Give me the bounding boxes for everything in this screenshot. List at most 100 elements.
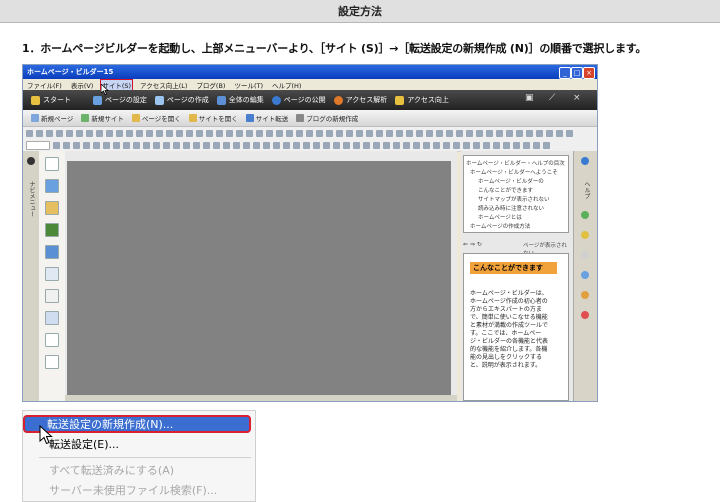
open-page-icon bbox=[131, 114, 140, 122]
app-screenshot: ホームページ・ビルダー15 _ □ × ファイル(F) 表示(V) サイト(S)… bbox=[22, 64, 598, 402]
tree-item[interactable]: ホームページ・ビルダーへようこそ bbox=[470, 168, 558, 176]
menu-item-label: 転送設定(E)... bbox=[49, 438, 120, 451]
image-icon[interactable] bbox=[45, 179, 59, 193]
open-site-button[interactable]: サイトを開く bbox=[188, 113, 238, 123]
pin-icon[interactable]: ⟋ bbox=[549, 93, 555, 103]
mouse-cursor-icon bbox=[39, 425, 53, 445]
back-icon[interactable]: ⇐ bbox=[463, 241, 468, 248]
nav-label: ページの公開 bbox=[283, 96, 326, 104]
new-site-button[interactable]: 新規サイト bbox=[81, 113, 124, 123]
left-tab-pane[interactable]: ナビメニュー bbox=[23, 151, 40, 401]
menu-file[interactable]: ファイル(F) bbox=[26, 80, 63, 90]
tree-item[interactable]: ホームページの作成方法 bbox=[470, 222, 530, 230]
edit-all-icon bbox=[216, 95, 226, 105]
start-icon bbox=[31, 95, 40, 105]
menu-item-unused-file-search: サーバー未使用ファイル検索(F)... bbox=[49, 481, 217, 499]
text-icon[interactable] bbox=[45, 157, 59, 171]
menu-tools[interactable]: ツール(T) bbox=[233, 80, 264, 90]
nav-label: ページの作成 bbox=[166, 96, 209, 104]
toolbar-label: サイト転送 bbox=[255, 115, 289, 123]
open-page-button[interactable]: ページを開く bbox=[131, 113, 181, 123]
form-icon[interactable] bbox=[45, 267, 59, 281]
site-dropdown-menu: 転送設定の新規作成(N)... 転送設定(E)... すべて転送済みにする(A)… bbox=[22, 410, 256, 502]
menu-blog[interactable]: ブログ(B) bbox=[195, 80, 226, 90]
nav-edit-all-button[interactable]: 全体の編集 bbox=[216, 95, 264, 105]
menu-access[interactable]: アクセス向上(L) bbox=[139, 80, 188, 90]
nav-page-create-button[interactable]: ページの作成 bbox=[154, 95, 209, 105]
menu-view[interactable]: 表示(V) bbox=[70, 80, 95, 90]
menu-help[interactable]: ヘルプ(H) bbox=[271, 80, 302, 90]
app-menubar: ファイル(F) 表示(V) サイト(S) アクセス向上(L) ブログ(B) ツー… bbox=[23, 78, 597, 91]
picture-icon[interactable] bbox=[45, 223, 59, 237]
toolbar-label: サイトを開く bbox=[198, 115, 238, 123]
site-transfer-button[interactable]: サイト転送 bbox=[245, 113, 289, 123]
nav-label: スタート bbox=[43, 96, 71, 104]
forward-icon[interactable]: ⇒ bbox=[470, 241, 475, 248]
menu-separator bbox=[39, 457, 251, 458]
toolbar-label: ページを開く bbox=[141, 115, 181, 123]
left-tab-label: ナビメニュー bbox=[28, 181, 35, 217]
help-tree[interactable]: ホームページ・ビルダー・ヘルプの目次 ホームページ・ビルダーへようこそ ホームペ… bbox=[463, 155, 569, 233]
page-icon[interactable] bbox=[45, 333, 59, 347]
nav-analytics-button[interactable]: アクセス解析 bbox=[333, 95, 388, 105]
nav-label: 全体の編集 bbox=[228, 96, 264, 104]
tree-item[interactable]: ホームページ・ビルダー・ヘルプの目次 bbox=[466, 159, 565, 167]
nav-publish-button[interactable]: ページの公開 bbox=[271, 95, 326, 105]
panel-icon[interactable] bbox=[581, 251, 589, 259]
nav-improve-button[interactable]: アクセス向上 bbox=[395, 95, 449, 105]
right-tab-label: ヘルプ bbox=[583, 181, 590, 199]
nav-close-icon[interactable]: × bbox=[573, 93, 581, 103]
navigation-bar: スタート ページの設定 ページの作成 全体の編集 ページの公開 アクセス解析 ア… bbox=[23, 90, 597, 110]
quick-toolbar: 新規ページ 新規サイト ページを開く サイトを開く サイト転送 ブログの新規作成 bbox=[23, 110, 597, 127]
menu-item-new-transfer-setting[interactable]: 転送設定の新規作成(N)... bbox=[23, 415, 251, 433]
menu-item-mark-all-transferred: すべて転送済みにする(A) bbox=[49, 461, 174, 479]
document-icon[interactable] bbox=[45, 355, 59, 369]
layout-icon[interactable] bbox=[45, 289, 59, 303]
tree-item[interactable]: サイトマップが表示されない bbox=[478, 195, 550, 203]
new-page-button[interactable]: 新規ページ bbox=[31, 113, 73, 123]
panel-icon[interactable] bbox=[581, 311, 589, 319]
minimize-icon[interactable]: _ bbox=[559, 67, 571, 79]
maximize-icon[interactable]: □ bbox=[571, 67, 583, 79]
close-icon[interactable]: × bbox=[583, 67, 595, 79]
toolbar-label: 新規サイト bbox=[91, 115, 124, 123]
nav-label: アクセス解析 bbox=[345, 96, 388, 104]
help-content: こんなことができます ホームページ・ビルダーは、ホームページ作成の初心者の方から… bbox=[463, 253, 569, 401]
panel-icon[interactable] bbox=[581, 231, 589, 239]
analytics-icon bbox=[333, 95, 343, 105]
list-icon[interactable] bbox=[45, 311, 59, 325]
refresh-icon[interactable]: ↻ bbox=[477, 241, 482, 248]
new-site-icon bbox=[81, 114, 90, 122]
panel-icon[interactable] bbox=[581, 211, 589, 219]
page-create-icon bbox=[154, 95, 164, 105]
app-title: ホームページ・ビルダー15 bbox=[27, 68, 114, 76]
tree-item[interactable]: 読み込み時に注意されない bbox=[478, 204, 544, 212]
help-body-text: ホームページ・ビルダーは、ホームページ作成の初心者の方からエキスパートの方まで、… bbox=[470, 290, 549, 369]
panel-icon[interactable] bbox=[581, 291, 589, 299]
mouse-cursor-icon bbox=[101, 84, 109, 95]
table-icon[interactable] bbox=[45, 245, 59, 259]
pen-icon[interactable] bbox=[45, 201, 59, 215]
editor-statusbar bbox=[65, 395, 457, 401]
help-nav-row: ⇐ ⇒ ↻ ページが表示されない bbox=[463, 241, 567, 257]
help-icon[interactable] bbox=[581, 157, 589, 165]
blog-icon bbox=[296, 114, 305, 122]
nav-start-button[interactable]: スタート bbox=[31, 95, 71, 105]
improve-icon bbox=[395, 95, 405, 105]
editor-canvas[interactable] bbox=[67, 161, 451, 395]
right-tab-pane[interactable]: ヘルプ bbox=[573, 151, 597, 401]
nav-page-settings-button[interactable]: ページの設定 bbox=[93, 95, 147, 105]
open-site-icon bbox=[188, 114, 197, 122]
menu-item-label: すべて転送済みにする(A) bbox=[49, 464, 175, 477]
tree-item[interactable]: ホームページ・ビルダーの bbox=[478, 177, 544, 185]
toolbar-label: 新規ページ bbox=[41, 115, 74, 123]
tree-item[interactable]: こんなことができます bbox=[478, 186, 533, 194]
info-icon[interactable]: ▣ bbox=[525, 93, 534, 103]
panel-icon[interactable] bbox=[581, 271, 589, 279]
new-blog-button[interactable]: ブログの新規作成 bbox=[296, 113, 358, 123]
help-heading: こんなことができます bbox=[470, 262, 557, 274]
tree-item[interactable]: ホームページとは bbox=[478, 213, 522, 221]
menu-item-label: サーバー未使用ファイル検索(F)... bbox=[49, 484, 218, 497]
menu-item-transfer-setting[interactable]: 転送設定(E)... bbox=[49, 435, 119, 453]
nav-label: アクセス向上 bbox=[407, 96, 449, 104]
